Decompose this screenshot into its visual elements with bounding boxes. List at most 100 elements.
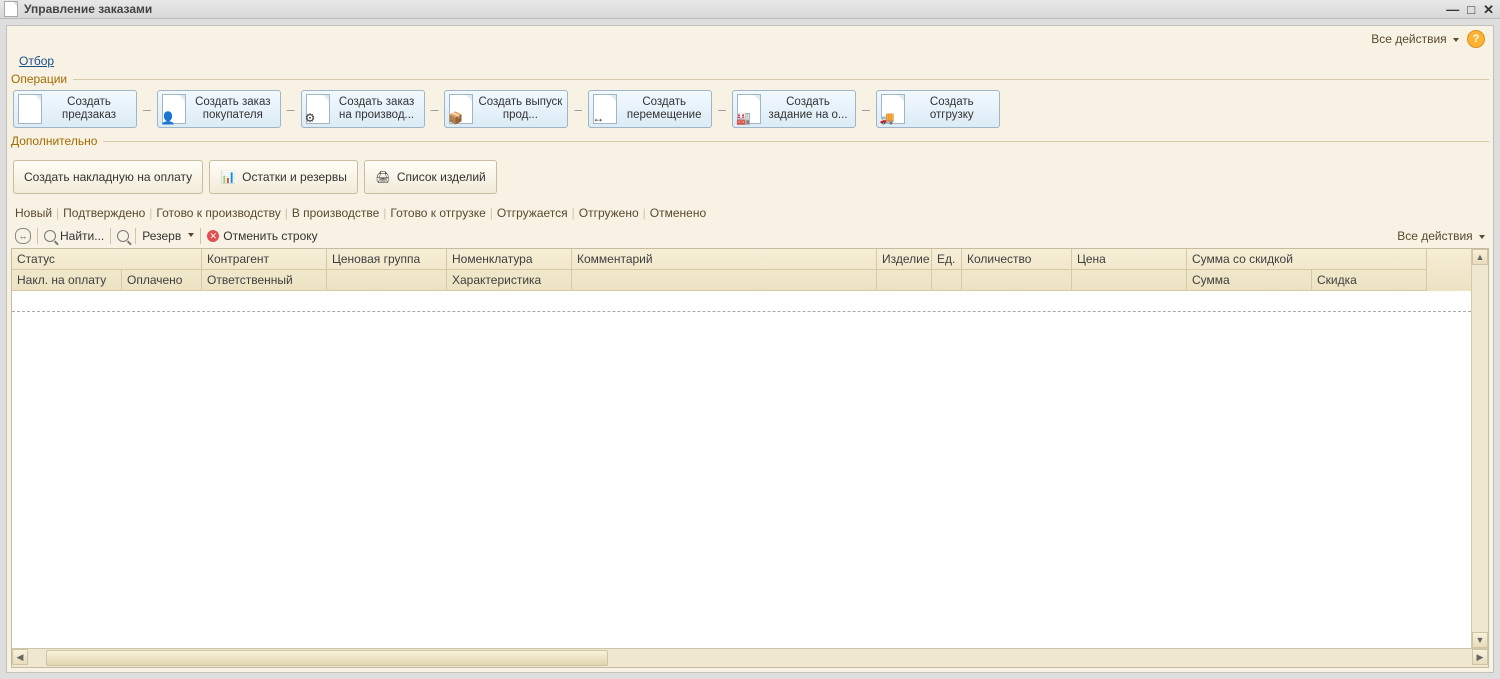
col-nomenclature[interactable]: Номенклатура [447,249,572,270]
window-title: Управление заказами [24,2,152,16]
col-price[interactable]: Цена [1072,249,1187,270]
operations-group: Операции Создать предзаказ – 👤 Создать з… [11,72,1489,130]
status-cancelled[interactable]: Отменено [650,206,706,220]
col-empty [1072,270,1187,291]
cancel-icon: ✕ [207,230,219,242]
scroll-track[interactable] [1472,265,1488,632]
document-icon [18,94,42,124]
separator: – [716,101,728,117]
status-ready-prod[interactable]: Готово к производству [156,206,280,220]
scroll-left-icon[interactable]: ◀ [12,649,28,665]
operations-title: Операции [11,72,1489,86]
additional-title-label: Дополнительно [11,134,97,148]
scroll-thumb[interactable] [46,650,608,666]
cancel-row-button[interactable]: ✕ Отменить строку [207,229,317,243]
all-actions-toolbar-label: Все действия [1397,229,1472,243]
chevron-down-icon [1479,235,1485,239]
separator: | [490,206,493,220]
status-new[interactable]: Новый [15,206,52,220]
create-production-order-label: Создать заказ на производ... [334,96,420,122]
status-shipped[interactable]: Отгружено [579,206,639,220]
col-responsible[interactable]: Ответственный [202,270,327,291]
titlebar: Управление заказами — □ ✕ [0,0,1500,19]
status-confirmed[interactable]: Подтверждено [63,206,145,220]
col-empty [877,270,932,291]
create-transfer-button[interactable]: ↔ Создать перемещение [588,90,712,128]
col-discount[interactable]: Скидка [1312,270,1427,291]
col-empty [962,270,1072,291]
create-production-order-button[interactable]: ⚙ Создать заказ на производ... [301,90,425,128]
col-counterparty[interactable]: Контрагент [202,249,327,270]
create-shipment-button[interactable]: 🚚 Создать отгрузку [876,90,1000,128]
separator: – [860,101,872,117]
col-product[interactable]: Изделие [877,249,932,270]
scroll-right-icon[interactable]: ▶ [1472,649,1488,665]
filter-link[interactable]: Отбор [19,54,54,68]
products-list-label: Список изделий [397,170,486,184]
create-preorder-label: Создать предзаказ [46,96,132,122]
status-ready-ship[interactable]: Готово к отгрузке [390,206,485,220]
status-in-prod[interactable]: В производстве [292,206,379,220]
scroll-track[interactable] [28,649,1472,667]
chart-icon: 📊 [220,169,236,185]
create-task-button[interactable]: 🏭 Создать задание на о... [732,90,856,128]
search-icon [44,230,56,242]
table-row[interactable] [12,291,1471,312]
separator: – [285,101,297,117]
col-comment[interactable]: Комментарий [572,249,877,270]
create-invoice-button[interactable]: Создать накладную на оплату [13,160,203,194]
col-qty[interactable]: Количество [962,249,1072,270]
additional-group: Дополнительно Создать накладную на оплат… [11,134,1489,196]
document-icon [4,1,18,17]
top-actions-bar: Все действия ? [7,26,1493,52]
document-icon: 📦 [449,94,473,124]
separator: | [572,206,575,220]
products-list-button[interactable]: 🖨 Список изделий [364,160,497,194]
create-preorder-button[interactable]: Создать предзаказ [13,90,137,128]
filter-section: Отбор [7,52,1493,72]
document-icon: ↔ [593,94,617,124]
vertical-scrollbar[interactable]: ▲ ▼ [1471,249,1488,648]
scroll-up-icon[interactable]: ▲ [1472,249,1488,265]
create-buyer-order-button[interactable]: 👤 Создать заказ покупателя [157,90,281,128]
col-empty [932,270,962,291]
col-empty [572,270,877,291]
collapse-icon[interactable]: ↔ [15,228,31,244]
col-unit[interactable]: Ед. [932,249,962,270]
maximize-button[interactable]: □ [1467,2,1475,18]
document-icon: ⚙ [306,94,330,124]
reserve-dropdown[interactable]: Резерв [142,229,194,243]
data-table: Статус Контрагент Ценовая группа Номенкл… [11,248,1489,668]
create-shipment-label: Создать отгрузку [909,96,995,122]
minimize-button[interactable]: — [1446,2,1459,18]
additional-buttons: Создать накладную на оплату 📊 Остатки и … [11,150,1489,196]
col-status[interactable]: Статус [12,249,202,270]
col-price-group[interactable]: Ценовая группа [327,249,447,270]
help-icon[interactable]: ? [1467,30,1485,48]
stock-reserves-button[interactable]: 📊 Остатки и резервы [209,160,358,194]
col-invoice[interactable]: Накл. на оплату [12,270,122,291]
create-release-button[interactable]: 📦 Создать выпуск прод... [444,90,568,128]
clear-search-button[interactable] [117,230,129,242]
scroll-down-icon[interactable]: ▼ [1472,632,1488,648]
table-body[interactable] [12,291,1471,648]
col-paid[interactable]: Оплачено [122,270,202,291]
close-button[interactable]: ✕ [1483,2,1494,18]
separator: – [141,101,153,117]
find-button[interactable]: Найти... [44,229,104,243]
find-label: Найти... [60,229,104,243]
horizontal-scrollbar[interactable]: ◀ ▶ [12,648,1488,667]
all-actions-top-label: Все действия [1371,32,1446,46]
document-icon: 👤 [162,94,186,124]
all-actions-toolbar[interactable]: Все действия [1397,229,1485,243]
all-actions-top[interactable]: Все действия [1371,32,1459,46]
col-sum-discount[interactable]: Сумма со скидкой [1187,249,1427,270]
table-toolbar: ↔ Найти... Резерв ✕ Отменить строку [7,224,1493,248]
divider [103,141,1489,142]
additional-title: Дополнительно [11,134,1489,148]
search-clear-icon [117,230,129,242]
col-characteristic[interactable]: Характеристика [447,270,572,291]
print-icon: 🖨 [375,169,391,185]
col-sum[interactable]: Сумма [1187,270,1312,291]
status-shipping[interactable]: Отгружается [497,206,568,220]
